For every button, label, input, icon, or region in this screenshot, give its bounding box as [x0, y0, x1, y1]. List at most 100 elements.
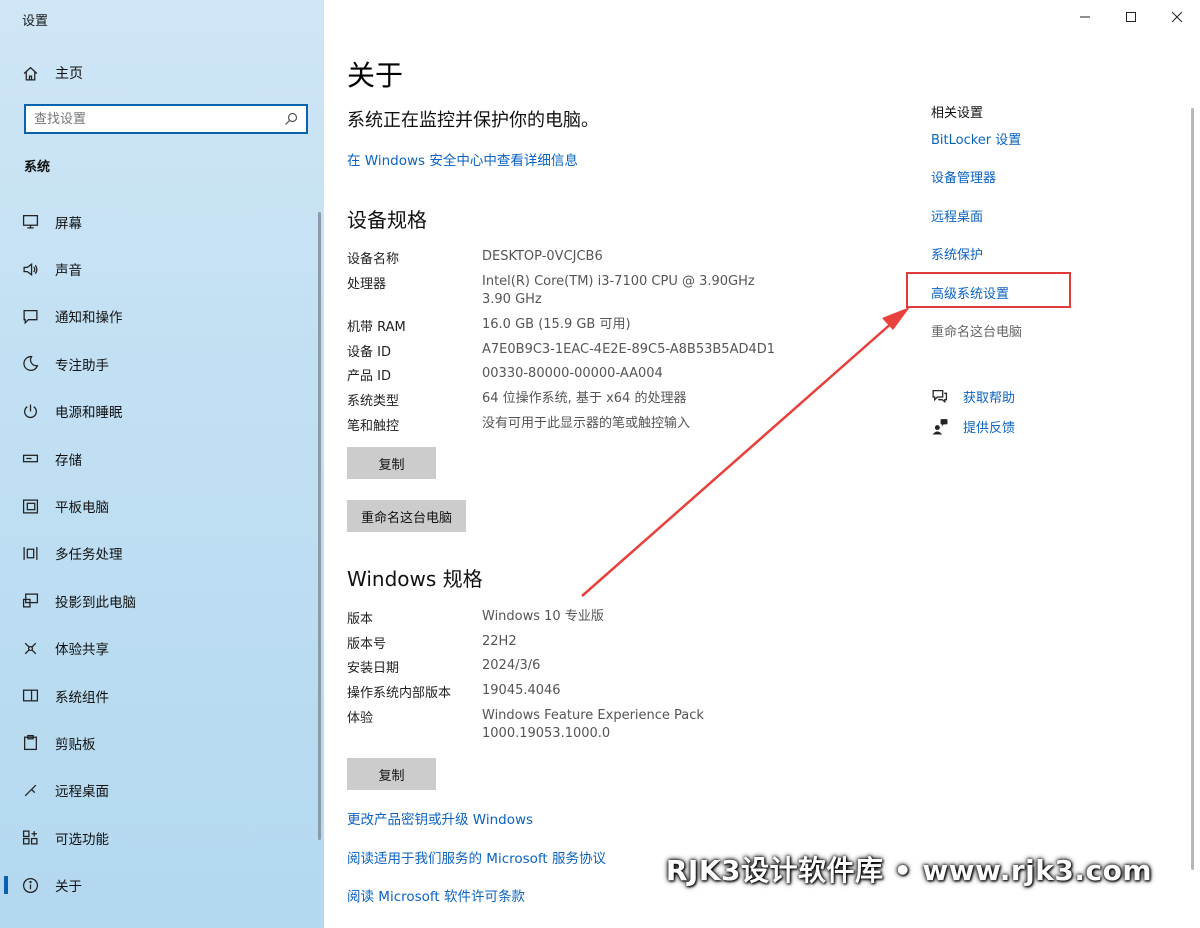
- sidebar-item-label: 剪贴板: [55, 736, 96, 753]
- sidebar-item-optional-features[interactable]: 可选功能: [0, 814, 324, 861]
- storage-icon: [22, 454, 39, 463]
- sidebar-item-project[interactable]: 投影到此电脑: [0, 577, 324, 624]
- copy-windows-spec-button[interactable]: 复制: [347, 758, 436, 790]
- sidebar-item-label: 多任务处理: [55, 547, 123, 564]
- sidebar-item-about[interactable]: 关于: [0, 861, 324, 908]
- services-agreement-link[interactable]: 阅读适用于我们服务的 Microsoft 服务协议: [347, 847, 606, 867]
- spec-label: 版本号: [347, 637, 387, 652]
- sidebar-item-power[interactable]: 电源和睡眠: [0, 388, 324, 435]
- sidebar-item-sound[interactable]: 声音: [0, 245, 324, 292]
- window-title: 设置: [22, 14, 49, 29]
- get-help-link[interactable]: 获取帮助: [931, 387, 1015, 406]
- share-icon: [24, 642, 37, 654]
- sidebar-item-label: 可选功能: [55, 831, 109, 848]
- maximize-icon: [1126, 12, 1136, 22]
- sidebar-item-label: 存储: [55, 452, 82, 469]
- help-chat-icon: [932, 390, 948, 404]
- window-controls: [1062, 0, 1200, 34]
- sidebar-item-multitasking[interactable]: 多任务处理: [0, 530, 324, 577]
- minimize-button[interactable]: [1062, 0, 1108, 34]
- power-icon: [24, 404, 37, 418]
- spec-label: 操作系统内部版本: [347, 686, 452, 701]
- spec-value: Windows Feature Experience Pack 1000.190…: [482, 708, 704, 741]
- spec-value: 00330-80000-00000-AA004: [482, 366, 663, 381]
- sidebar-item-label: 远程桌面: [55, 784, 109, 801]
- sidebar-item-label: 投影到此电脑: [55, 594, 136, 611]
- sidebar-item-storage[interactable]: 存储: [0, 435, 324, 482]
- spec-label: 机带 RAM: [347, 320, 406, 335]
- speaker-icon: [23, 262, 38, 276]
- multitask-icon: [23, 547, 38, 560]
- rename-pc-disabled-text: 重命名这台电脑: [931, 325, 1023, 340]
- spec-label: 处理器: [347, 277, 387, 292]
- close-button[interactable]: [1154, 0, 1200, 34]
- sidebar-item-label: 关于: [55, 879, 82, 896]
- spec-value: A7E0B9C3-1EAC-4E2E-89C5-A8B53B5AD4D1: [482, 342, 776, 357]
- device-spec-heading: 设备规格: [347, 208, 427, 232]
- home-label: 主页: [55, 66, 83, 82]
- sidebar-item-label: 电源和睡眠: [55, 405, 123, 422]
- spec-label: 设备 ID: [347, 345, 391, 360]
- spec-label: 安装日期: [347, 661, 400, 676]
- security-center-link[interactable]: 在 Windows 安全中心中查看详细信息: [347, 149, 578, 169]
- sidebar-item-display[interactable]: 屏幕: [0, 198, 324, 245]
- sidebar: 设置 主页 系统 屏幕 声音 通知和操作 专注助手: [0, 0, 324, 928]
- spec-label: 设备名称: [347, 252, 400, 267]
- close-icon: [1171, 11, 1183, 23]
- sidebar-item-system-components[interactable]: 系统组件: [0, 672, 324, 719]
- tablet-icon: [22, 499, 39, 514]
- system-protection-link[interactable]: 系统保护: [931, 244, 983, 263]
- spec-value: 19045.4046: [482, 683, 561, 698]
- monitor-icon: [22, 215, 39, 229]
- sidebar-item-notifications[interactable]: 通知和操作: [0, 293, 324, 340]
- search-box: [24, 104, 308, 134]
- page-title: 关于: [347, 59, 404, 92]
- spec-value: 没有可用于此显示器的笔或触控输入: [482, 416, 691, 431]
- rename-pc-button[interactable]: 重命名这台电脑: [347, 500, 467, 532]
- protection-status: 系统正在监控并保护你的电脑。: [347, 110, 599, 131]
- section-title: 系统: [24, 160, 51, 175]
- license-terms-link[interactable]: 阅读 Microsoft 软件许可条款: [347, 885, 525, 905]
- main-scrollbar[interactable]: [1191, 108, 1194, 870]
- sidebar-item-label: 平板电脑: [55, 500, 109, 517]
- moon-icon: [23, 356, 39, 372]
- remote-desktop-icon: [24, 784, 37, 797]
- search-icon[interactable]: [284, 112, 298, 126]
- spec-label: 系统类型: [347, 394, 400, 409]
- bitlocker-settings-link[interactable]: BitLocker 设置: [931, 129, 1021, 148]
- minimize-icon: [1080, 16, 1090, 18]
- maximize-button[interactable]: [1108, 0, 1154, 34]
- sidebar-item-label: 专注助手: [55, 357, 109, 374]
- sidebar-item-clipboard[interactable]: 剪贴板: [0, 719, 324, 766]
- sidebar-item-label: 声音: [55, 263, 82, 280]
- windows-spec-heading: Windows 规格: [347, 567, 483, 591]
- watermark-text: RJK3设计软件库 • www.rjk3.com: [665, 854, 1152, 887]
- feedback-link[interactable]: 提供反馈: [931, 417, 1015, 436]
- spec-value: DESKTOP-0VCJCB6: [482, 249, 603, 264]
- spec-value: 2024/3/6: [482, 658, 541, 673]
- spec-value: Windows 10 专业版: [482, 609, 604, 624]
- sidebar-item-remote-desktop[interactable]: 远程桌面: [0, 767, 324, 814]
- spec-value: 64 位操作系统, 基于 x64 的处理器: [482, 391, 687, 406]
- change-product-key-link[interactable]: 更改产品密钥或升级 Windows: [347, 808, 533, 828]
- sidebar-item-shared-experiences[interactable]: 体验共享: [0, 625, 324, 672]
- remote-desktop-link[interactable]: 远程桌面: [931, 206, 983, 225]
- spec-label: 产品 ID: [347, 369, 391, 384]
- sidebar-scrollbar[interactable]: [318, 212, 321, 840]
- search-input[interactable]: [26, 106, 284, 132]
- spec-value: 22H2: [482, 634, 517, 649]
- copy-device-spec-button[interactable]: 复制: [347, 447, 436, 479]
- spec-label: 笔和触控: [347, 419, 400, 434]
- optional-features-icon: [22, 830, 38, 845]
- sidebar-item-label: 体验共享: [55, 642, 109, 659]
- advanced-system-settings-link[interactable]: 高级系统设置: [931, 283, 1009, 302]
- get-help-label: 获取帮助: [963, 391, 1016, 406]
- home-icon: [23, 66, 38, 81]
- home-nav-item[interactable]: 主页: [22, 62, 83, 84]
- sidebar-item-tablet[interactable]: 平板电脑: [0, 482, 324, 529]
- sidebar-item-label: 系统组件: [55, 689, 109, 706]
- related-settings-title: 相关设置: [931, 106, 984, 121]
- device-manager-link[interactable]: 设备管理器: [931, 167, 996, 186]
- feedback-icon: [932, 419, 948, 435]
- sidebar-item-focus-assist[interactable]: 专注助手: [0, 340, 324, 387]
